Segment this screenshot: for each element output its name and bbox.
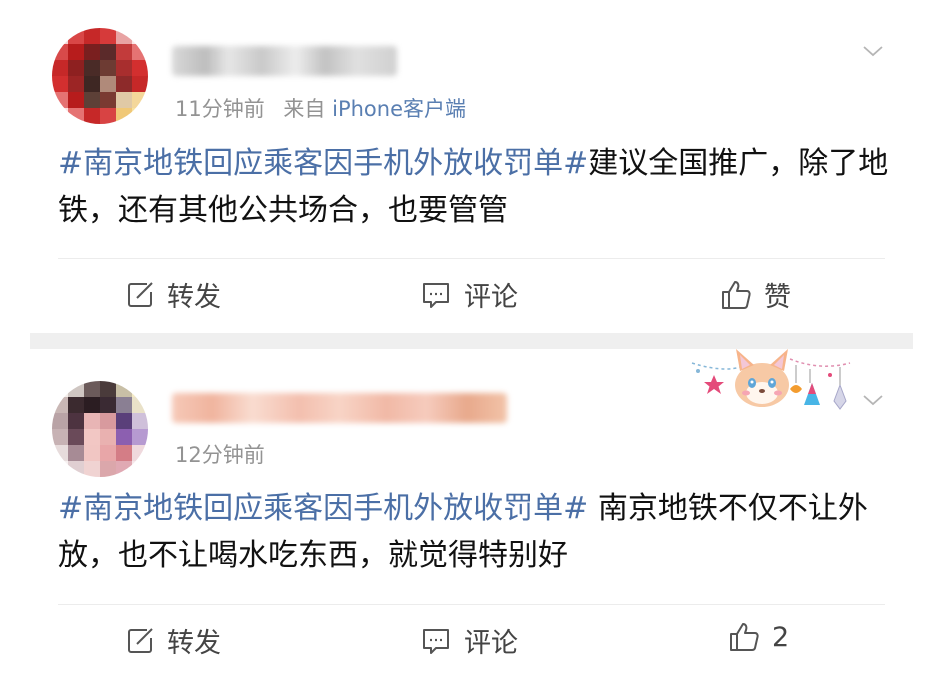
username-blurred[interactable] (172, 393, 507, 423)
comment-bubble-icon (423, 282, 449, 308)
topic-link[interactable]: #南京地铁回应乘客因手机外放收罚单# (58, 146, 588, 181)
comment-button[interactable]: 评论 (420, 621, 518, 660)
source-prefix: 来自 (283, 97, 326, 121)
like-button[interactable]: 2 (728, 621, 789, 653)
thumbs-up-icon (730, 623, 759, 651)
weibo-post: 12分钟前 #南京地铁回应乘客因手机外放收罚单# 南京地铁不仅不让外放，也不让喝… (0, 349, 935, 681)
comment-label: 评论 (464, 628, 518, 659)
username-blurred[interactable] (172, 46, 397, 76)
comment-label: 评论 (464, 282, 518, 313)
post-content: #南京地铁回应乘客因手机外放收罚单# 南京地铁不仅不让外放，也不让喝水吃东西，就… (58, 485, 895, 579)
weibo-post: 11分钟前 来自 iPhone客户端 #南京地铁回应乘客因手机外放收罚单#建议全… (0, 0, 935, 333)
avatar[interactable] (52, 381, 148, 477)
decoration-garland-icon (691, 349, 851, 410)
thumbs-up-icon (722, 280, 751, 309)
like-count: 2 (772, 621, 790, 653)
avatar[interactable] (52, 28, 148, 124)
post-meta: 11分钟前 来自 iPhone客户端 (175, 93, 466, 123)
topic-link[interactable]: #南京地铁回应乘客因手机外放收罚单# (58, 491, 588, 526)
like-label: 赞 (764, 282, 791, 313)
repost-label: 转发 (167, 282, 221, 313)
repost-label: 转发 (167, 628, 221, 659)
comment-bubble-icon (423, 628, 449, 654)
repost-button[interactable]: 转发 (125, 275, 221, 314)
chevron-down-icon[interactable] (862, 40, 884, 62)
edit-box-icon (128, 281, 153, 307)
source-link[interactable]: iPhone客户端 (332, 97, 466, 121)
post-time: 11分钟前 (175, 97, 265, 121)
comment-button[interactable]: 评论 (420, 275, 518, 314)
post-content: #南京地铁回应乘客因手机外放收罚单#建议全国推广，除了地铁，还有其他公共场合，也… (58, 140, 895, 234)
chevron-down-icon[interactable] (862, 389, 884, 411)
divider (58, 604, 885, 605)
post-meta: 12分钟前 (175, 439, 265, 469)
like-button[interactable]: 赞 (720, 275, 791, 314)
post-separator (30, 333, 913, 349)
edit-box-icon (128, 627, 153, 653)
divider (58, 258, 885, 259)
repost-button[interactable]: 转发 (125, 621, 221, 660)
post-time: 12分钟前 (175, 443, 265, 467)
